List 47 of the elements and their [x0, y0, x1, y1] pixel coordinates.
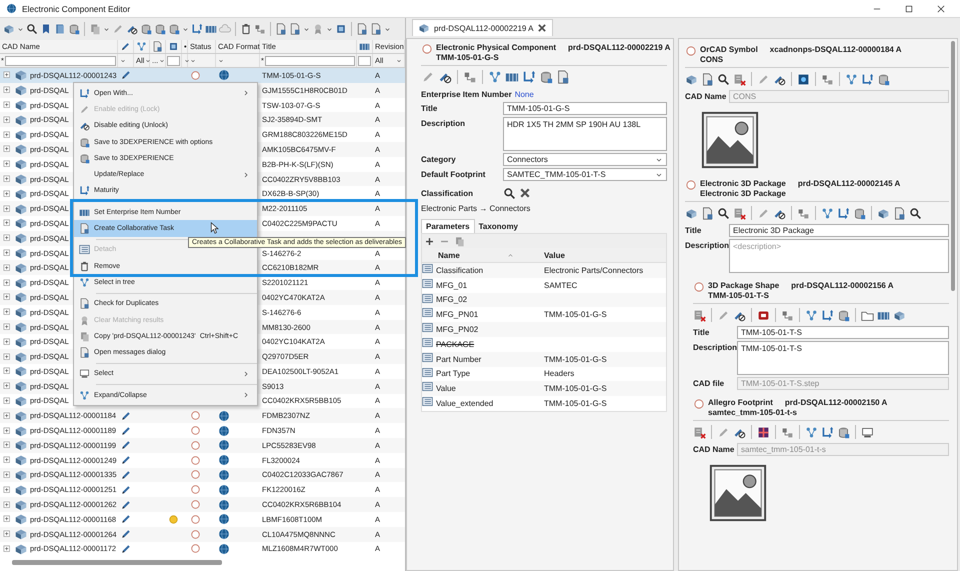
component-id: prd-DSQAL112-00002156 A: [791, 281, 894, 290]
field-label: Description: [693, 342, 737, 354]
parameter-name: Value: [436, 383, 457, 396]
parameter-name: MFG_PN01: [436, 309, 480, 322]
field-label: CAD Name: [693, 444, 736, 456]
parameter-value: TMM-105-01-G-S: [544, 310, 607, 320]
parameter-name: Part Type: [436, 368, 472, 380]
component-type: Electronic 3D Package: [700, 179, 786, 188]
component-id: prd-DSQAL112-00002150 A: [784, 398, 888, 408]
field-label: Enterprise Item Number: [421, 90, 512, 98]
field-label: Description: [421, 118, 466, 128]
parameter-value: TMM-105-01-G-S: [544, 399, 607, 408]
component-type: 3D Package Shape: [708, 281, 780, 290]
parameter-name: Classification: [436, 264, 484, 277]
component-id: prd-DSQAL112-00002145 A: [798, 179, 900, 188]
parameter-value: TMM-105-01-G-S: [544, 354, 607, 364]
component-name: Electronic 3D Package: [700, 188, 787, 198]
parameter-name: MFG_02: [436, 294, 468, 306]
component-name: samtec_tmm-105-01-t-s: [708, 408, 798, 417]
field-label: Title: [685, 225, 702, 237]
component-name: TMM-105-01-G-S: [436, 52, 500, 62]
classification-path: Electronic Parts → Connectors: [421, 204, 530, 212]
window-title: Electronic Component Editor: [22, 4, 132, 14]
component-id: prd-DSQAL112-00002219 A: [568, 43, 670, 52]
parameter-value: SAMTEC: [544, 280, 578, 290]
field-label: Title: [421, 103, 438, 113]
parameter-name: PACKAGE: [436, 338, 476, 351]
field-label: Title: [693, 327, 710, 339]
field-label: Classification: [421, 188, 474, 198]
parameter-name: Part Number: [436, 354, 482, 366]
component-id: xcadnonps-DSQAL112-00000184 A: [770, 45, 902, 54]
parameter-value: TMM-105-01-G-S: [544, 384, 607, 394]
parameter-name: MFG_PN02: [436, 324, 480, 336]
component-name: CONS: [700, 54, 724, 64]
field-label: Category: [421, 154, 457, 164]
parameter-value: Headers: [544, 369, 574, 378]
parameter-value: Electronic Parts/Connectors: [544, 266, 644, 275]
parameter-name: MFG_01: [436, 280, 468, 292]
field-label: CAD file: [693, 378, 726, 390]
component-type: OrCAD Symbol: [700, 45, 758, 54]
field-label: Description: [685, 240, 729, 252]
field-label: Default Footprint: [421, 169, 486, 179]
field-label: CAD Name: [685, 91, 728, 103]
component-type: Allegro Footprint: [708, 398, 773, 408]
component-type: Electronic Physical Component: [436, 43, 556, 52]
parameter-name: Value_extended: [436, 398, 494, 410]
component-name: TMM-105-01-T-S: [708, 290, 770, 300]
